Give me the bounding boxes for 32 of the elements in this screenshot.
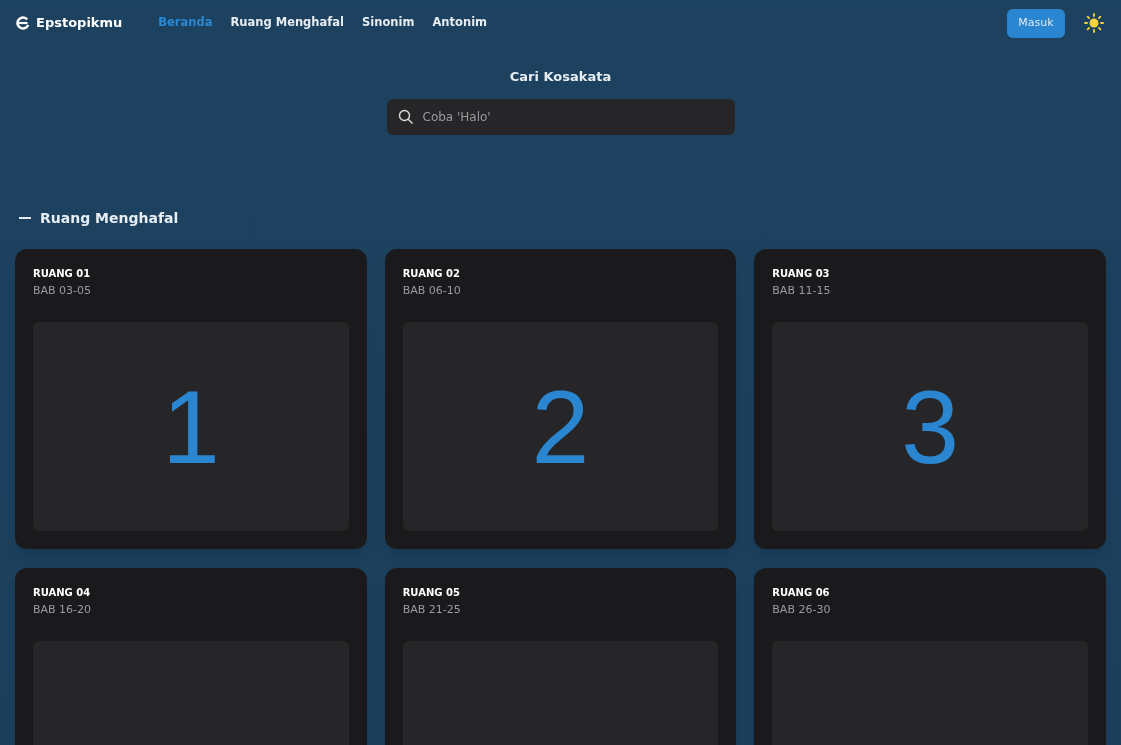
nav-link[interactable]: Ruang Menghafal (230, 14, 344, 32)
room-subtitle: BAB 11-15 (772, 282, 832, 299)
room-number: 1 (161, 374, 220, 479)
room-subtitle: BAB 26-30 (772, 601, 832, 618)
room-subtitle: BAB 21-25 (402, 601, 462, 618)
search-field[interactable]: Coba 'Halo' (386, 98, 735, 135)
search-title: Cari Kosakata (509, 68, 612, 86)
room-card[interactable]: RUANG 01 BAB 03-05 1 (15, 248, 367, 549)
room-title: RUANG 06 (772, 585, 831, 600)
room-subtitle: BAB 06-10 (402, 282, 462, 299)
room-subtitle: BAB 03-05 (33, 282, 93, 299)
dash-icon (19, 217, 31, 219)
room-title: RUANG 03 (772, 266, 831, 281)
nav-link[interactable]: Antonim (432, 14, 488, 32)
room-card[interactable]: RUANG 04 BAB 16-20 (15, 567, 367, 745)
room-card[interactable]: RUANG 03 BAB 11-15 3 (754, 248, 1106, 549)
section-title: Ruang Menghafal (40, 208, 179, 228)
room-title: RUANG 04 (33, 585, 92, 600)
room-card[interactable]: RUANG 05 BAB 21-25 (384, 567, 737, 745)
search-icon (397, 108, 414, 125)
logo-icon (16, 16, 30, 30)
room-title: RUANG 05 (402, 585, 461, 600)
room-card[interactable]: RUANG 06 BAB 26-30 (754, 567, 1106, 745)
site-logo[interactable]: Epstopikmu (36, 13, 123, 33)
sun-icon[interactable] (1083, 12, 1105, 34)
room-title: RUANG 02 (402, 266, 461, 281)
room-title: RUANG 01 (33, 266, 92, 281)
room-card[interactable]: RUANG 02 BAB 06-10 2 (384, 248, 737, 549)
room-number: 2 (531, 374, 590, 479)
nav-link[interactable]: Sinonim (362, 14, 415, 32)
room-subtitle: BAB 16-20 (33, 601, 93, 618)
room-number: 3 (901, 374, 960, 479)
